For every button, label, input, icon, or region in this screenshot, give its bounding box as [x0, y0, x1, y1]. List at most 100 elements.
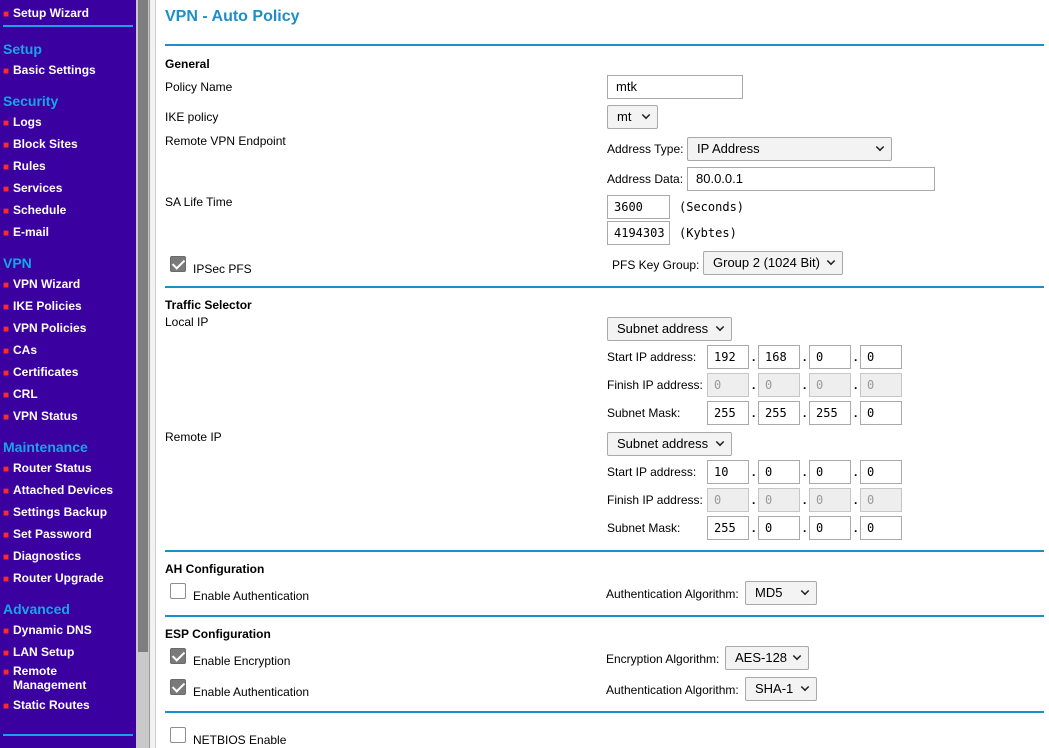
sidebar-item-dynamic-dns[interactable]: ■ Dynamic DNS: [3, 623, 92, 639]
sidebar-item-remote-management[interactable]: ■ Remote Management: [3, 664, 103, 692]
local-mask-octet-2[interactable]: 255: [758, 401, 800, 425]
sa-kbytes-unit: (Kybtes): [679, 226, 737, 240]
remote-start-ip-octet-2[interactable]: 0: [758, 460, 800, 484]
remote-start-ip-octet-4[interactable]: 0: [860, 460, 902, 484]
remote-subnet-mask-label: Subnet Mask:: [607, 521, 681, 535]
sidebar-item-ike-policies[interactable]: ■ IKE Policies: [3, 299, 82, 315]
sidebar-item-static-routes[interactable]: ■ Static Routes: [3, 698, 90, 714]
sa-kbytes-field[interactable]: 4194303: [607, 221, 670, 245]
local-mask-octet-3[interactable]: 255: [809, 401, 851, 425]
local-finish-ip-octet-3[interactable]: 0: [809, 373, 851, 397]
esp-auth-algorithm-label: Authentication Algorithm:: [606, 683, 739, 697]
sidebar-divider: [3, 25, 133, 27]
chevron-down-icon: [875, 142, 885, 152]
sidebar-item-certificates[interactable]: ■ Certificates: [3, 365, 78, 381]
bullet-icon: ■: [3, 574, 10, 585]
sa-life-time-label: SA Life Time: [165, 195, 233, 209]
sidebar-item-services[interactable]: ■ Services: [3, 181, 62, 197]
ip-dot: .: [752, 378, 756, 392]
esp-enable-authentication-checkbox[interactable]: [170, 679, 186, 695]
sidebar-item-vpn-wizard[interactable]: ■ VPN Wizard: [3, 277, 80, 293]
ip-dot: .: [854, 493, 858, 507]
pfs-key-group-select[interactable]: Group 2 (1024 Bit): [703, 251, 843, 275]
sa-seconds-unit: (Seconds): [679, 200, 745, 214]
sidebar-item-setup-wizard[interactable]: ■ Setup Wizard: [3, 6, 89, 22]
ipsec-pfs-checkbox[interactable]: [170, 256, 186, 272]
remote-finish-ip-octet-1[interactable]: 0: [707, 488, 749, 512]
local-ip-type-select[interactable]: Subnet address: [607, 317, 732, 341]
local-start-ip-octet-4[interactable]: 0: [860, 345, 902, 369]
sidebar-heading-advanced: Advanced: [3, 601, 70, 617]
sidebar-item-router-status[interactable]: ■ Router Status: [3, 461, 92, 477]
ah-configuration-heading: AH Configuration: [165, 562, 265, 576]
ah-auth-algorithm-select[interactable]: MD5: [745, 581, 817, 605]
sidebar-item-crl[interactable]: ■ CRL: [3, 387, 38, 403]
sidebar-item-lan-setup[interactable]: ■ LAN Setup: [3, 645, 74, 661]
policy-name-field[interactable]: mtk: [607, 75, 743, 99]
sidebar-item-settings-backup[interactable]: ■ Settings Backup: [3, 505, 107, 521]
ip-dot: .: [854, 465, 858, 479]
local-start-ip-octet-2[interactable]: 168: [758, 345, 800, 369]
remote-finish-ip-octet-3[interactable]: 0: [809, 488, 851, 512]
remote-start-ip-octet-3[interactable]: 0: [809, 460, 851, 484]
address-data-field[interactable]: 80.0.0.1: [687, 167, 935, 191]
sa-seconds-field[interactable]: 3600: [607, 195, 670, 219]
local-mask-octet-1[interactable]: 255: [707, 401, 749, 425]
sidebar-item-set-password[interactable]: ■ Set Password: [3, 527, 92, 543]
netbios-enable-label: NETBIOS Enable: [193, 733, 287, 747]
sidebar-item-vpn-policies[interactable]: ■ VPN Policies: [3, 321, 86, 337]
sidebar-item-schedule[interactable]: ■ Schedule: [3, 203, 66, 219]
ip-dot: .: [752, 350, 756, 364]
ip-dot: .: [752, 493, 756, 507]
remote-mask-octet-4[interactable]: 0: [860, 516, 902, 540]
sidebar-item-diagnostics[interactable]: ■ Diagnostics: [3, 549, 81, 565]
local-start-ip-octet-1[interactable]: 192: [707, 345, 749, 369]
bullet-icon: ■: [3, 464, 10, 475]
bullet-icon: ■: [3, 280, 10, 291]
remote-ip-type-select[interactable]: Subnet address: [607, 432, 732, 456]
sidebar-heading-maintenance: Maintenance: [3, 439, 88, 455]
sidebar-item-vpn-status[interactable]: ■ VPN Status: [3, 409, 78, 425]
netbios-enable-checkbox[interactable]: [170, 727, 186, 743]
bullet-icon: ■: [3, 368, 10, 379]
esp-encryption-algorithm-select[interactable]: AES-128: [725, 646, 809, 670]
remote-start-ip-label: Start IP address:: [607, 465, 697, 479]
local-mask-octet-4[interactable]: 0: [860, 401, 902, 425]
remote-start-ip-octet-1[interactable]: 10: [707, 460, 749, 484]
local-finish-ip-octet-4[interactable]: 0: [860, 373, 902, 397]
sidebar-scrollbar-thumb[interactable]: [138, 0, 148, 652]
ike-policy-select[interactable]: mt: [607, 105, 658, 129]
policy-name-label: Policy Name: [165, 80, 233, 94]
bullet-icon: ■: [3, 412, 10, 423]
remote-mask-octet-2[interactable]: 0: [758, 516, 800, 540]
sidebar-item-router-upgrade[interactable]: ■ Router Upgrade: [3, 571, 104, 587]
local-ip-label: Local IP: [165, 315, 209, 329]
local-start-ip-octet-3[interactable]: 0: [809, 345, 851, 369]
sidebar-item-block-sites[interactable]: ■ Block Sites: [3, 137, 78, 153]
sidebar-item-attached-devices[interactable]: ■ Attached Devices: [3, 483, 113, 499]
ip-dot: .: [803, 378, 807, 392]
sidebar-item-logs[interactable]: ■ Logs: [3, 115, 42, 131]
chevron-down-icon: [641, 110, 651, 120]
local-finish-ip-octet-2[interactable]: 0: [758, 373, 800, 397]
sidebar-item-basic-settings[interactable]: ■ Basic Settings: [3, 63, 96, 79]
remote-finish-ip-octet-2[interactable]: 0: [758, 488, 800, 512]
address-type-select[interactable]: IP Address: [687, 137, 892, 161]
remote-finish-ip-octet-4[interactable]: 0: [860, 488, 902, 512]
sidebar-item-email[interactable]: ■ E-mail: [3, 225, 49, 241]
remote-mask-octet-3[interactable]: 0: [809, 516, 851, 540]
sidebar-item-rules[interactable]: ■ Rules: [3, 159, 46, 175]
sidebar-item-cas[interactable]: ■ CAs: [3, 343, 37, 359]
esp-auth-algorithm-select[interactable]: SHA-1: [745, 677, 817, 701]
remote-mask-octet-1[interactable]: 255: [707, 516, 749, 540]
ip-dot: .: [854, 378, 858, 392]
esp-enable-encryption-checkbox[interactable]: [170, 648, 186, 664]
remote-endpoint-label: Remote VPN Endpoint: [165, 134, 286, 148]
bullet-icon: ■: [3, 508, 10, 519]
local-finish-ip-octet-1[interactable]: 0: [707, 373, 749, 397]
section-divider: [165, 711, 1044, 713]
bullet-icon: ■: [3, 486, 10, 497]
ip-dot: .: [752, 406, 756, 420]
ah-enable-authentication-checkbox[interactable]: [170, 583, 186, 599]
ike-policy-label: IKE policy: [165, 110, 219, 124]
